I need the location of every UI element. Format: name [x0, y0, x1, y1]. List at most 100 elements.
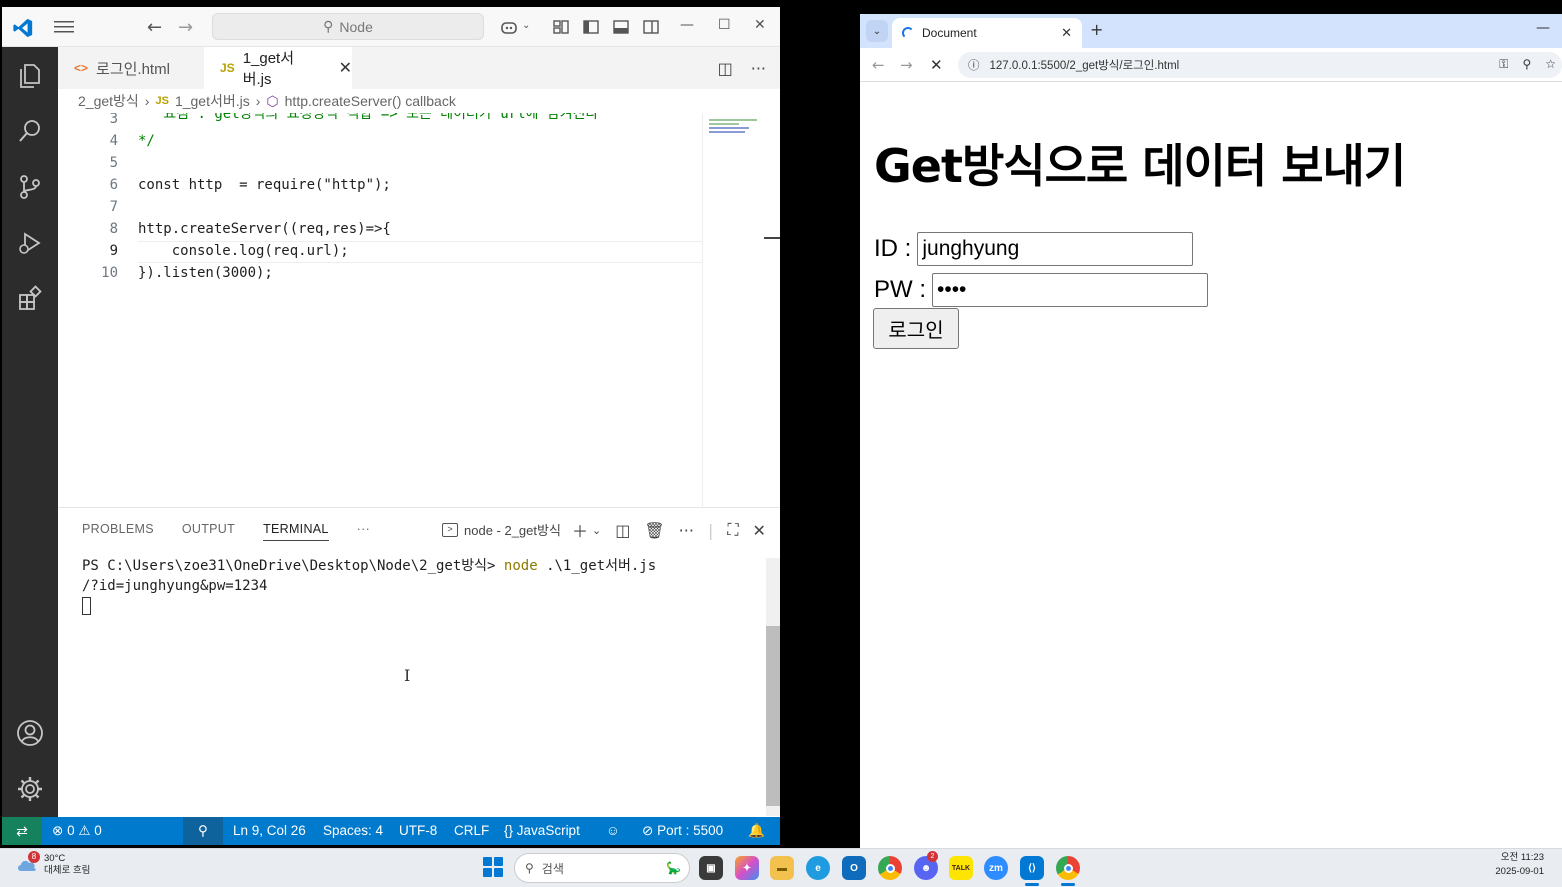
clock-time: 오전 11:23 — [1500, 852, 1544, 863]
source-control-icon[interactable] — [16, 173, 44, 201]
minimize-icon[interactable]: — — [1536, 20, 1550, 36]
line-number: 6 — [109, 177, 118, 193]
bookmark-star-icon[interactable]: ☆ — [1545, 57, 1556, 72]
line-number: 3 — [109, 113, 118, 127]
run-debug-icon[interactable] — [16, 229, 44, 257]
notifications-bell-icon[interactable]: 🔔 — [748, 823, 765, 839]
breadcrumb-file[interactable]: 1_get서버.js — [175, 91, 250, 111]
close-window-icon[interactable]: ✕ — [754, 17, 766, 33]
edge-browser-icon[interactable]: e — [806, 856, 830, 880]
kill-terminal-trash-icon[interactable]: 🗑 — [644, 521, 664, 540]
start-button-windows-icon[interactable] — [483, 857, 503, 877]
split-editor-icon[interactable]: ◫ — [718, 59, 733, 78]
language-mode[interactable]: {} JavaScript — [504, 823, 580, 838]
login-button[interactable]: 로그인 — [873, 308, 959, 349]
vscode-taskbar-icon[interactable]: ⟨⟩ — [1020, 856, 1044, 880]
minimap-scroll-indicator — [764, 237, 780, 239]
new-tab-plus-icon[interactable]: + — [1090, 20, 1103, 39]
pw-input[interactable] — [932, 273, 1208, 307]
copilot-icon[interactable] — [500, 18, 518, 36]
back-arrow-icon[interactable]: ← — [872, 56, 885, 74]
panel-more-icon[interactable]: ··· — [357, 522, 370, 541]
address-bar[interactable]: ⓘ 127.0.0.1:5500/2_get방식/로그인.html ⚿ ⚲ ☆ — [958, 52, 1562, 78]
weather-text: 30°C 대체로 흐림 — [44, 853, 90, 877]
maximize-panel-icon[interactable]: ⛶ — [727, 520, 738, 540]
terminal-log-line: /?id=junghyung&pw=1234 — [82, 578, 268, 594]
tab-login-html[interactable]: <> 로그인.html — [58, 47, 204, 89]
chevron-down-icon[interactable]: ⌄ — [592, 524, 601, 537]
split-terminal-icon[interactable]: ◫ — [615, 521, 630, 540]
minimap[interactable] — [702, 113, 780, 507]
breadcrumb-folder[interactable]: 2_get방식 — [78, 91, 139, 111]
copilot-status-icon[interactable]: ☺ — [606, 823, 620, 838]
id-input[interactable] — [917, 232, 1194, 266]
indentation[interactable]: Spaces: 4 — [323, 823, 383, 838]
close-tab-icon[interactable]: ✕ — [1061, 25, 1072, 41]
command-center-search[interactable]: ⚲ Node — [212, 13, 484, 40]
close-panel-icon[interactable]: ✕ — [753, 521, 766, 540]
terminal-output[interactable]: PS C:\Users\zoe31\OneDrive\Desktop\Node\… — [82, 556, 656, 616]
system-clock[interactable]: 오전 11:23 2025-09-01 — [1495, 851, 1544, 879]
forward-arrow-icon[interactable]: → — [178, 17, 193, 38]
back-arrow-icon[interactable]: ← — [147, 17, 162, 38]
task-view-icon[interactable]: ▣ — [699, 856, 723, 880]
activity-bar — [2, 47, 58, 817]
file-explorer-folder-icon[interactable]: ▬ — [770, 856, 794, 880]
hamburger-menu-icon[interactable] — [54, 19, 74, 35]
remote-indicator-icon[interactable]: ⇄ — [2, 817, 42, 845]
problems-status[interactable]: ⊗ 0 ⚠ 0 — [52, 823, 102, 839]
code-line: 요점 : get방식의 요청방식 적합 => 모든 데이터가 url에 담겨진다 — [138, 113, 599, 122]
more-actions-icon[interactable]: ··· — [679, 521, 694, 540]
terminal-instance[interactable]: > node - 2_get방식 — [442, 520, 561, 539]
taskbar: 8 30°C 대체로 흐림 ⚲ 검색 🦕 ▣ ✦ ▬ e O ☻ 2 TALK … — [0, 848, 1562, 887]
tab-label: 1_get서버.js — [242, 50, 295, 88]
copilot-app-icon[interactable]: ✦ — [735, 856, 759, 880]
terminal-scrollbar-thumb[interactable] — [766, 626, 780, 806]
weather-badge: 8 — [28, 851, 40, 863]
zoom-icon[interactable]: ⚲ — [183, 817, 223, 845]
maximize-icon[interactable]: ☐ — [718, 17, 731, 33]
live-server-port[interactable]: ⊘ Port : 5500 — [642, 823, 723, 839]
close-tab-icon[interactable]: ✕ — [339, 58, 352, 78]
settings-gear-icon[interactable] — [16, 775, 44, 803]
breadcrumb-symbol[interactable]: http.createServer() callback — [285, 93, 456, 109]
weather-widget[interactable]: 8 30°C 대체로 흐림 — [16, 851, 90, 877]
password-key-icon[interactable]: ⚿ — [1499, 57, 1508, 72]
customize-layout-icon[interactable] — [552, 18, 570, 36]
id-row: ID : — [874, 232, 1194, 266]
chrome-icon[interactable] — [878, 856, 902, 880]
toggle-secondary-sidebar-icon[interactable] — [642, 18, 660, 36]
chrome-profile-icon[interactable] — [1056, 856, 1080, 880]
tab-problems[interactable]: PROBLEMS — [82, 522, 154, 541]
zoom-app-icon[interactable]: zm — [984, 856, 1008, 880]
port-label: Port : 5500 — [657, 823, 724, 838]
toggle-primary-sidebar-icon[interactable] — [582, 18, 600, 36]
url-text: 127.0.0.1:5500/2_get방식/로그인.html — [989, 60, 1180, 72]
kakaotalk-icon[interactable]: TALK — [949, 856, 973, 880]
tab-get-server-js[interactable]: JS 1_get서버.js ✕ — [204, 47, 352, 89]
line-ending[interactable]: CRLF — [454, 823, 489, 838]
forward-arrow-icon[interactable]: → — [900, 56, 913, 74]
extensions-icon[interactable] — [16, 285, 44, 313]
minimize-icon[interactable]: — — [680, 17, 694, 33]
site-info-icon[interactable]: ⓘ — [968, 57, 980, 73]
cursor-position[interactable]: Ln 9, Col 26 — [233, 823, 306, 838]
copilot-dropdown-icon[interactable]: ⌄ — [522, 20, 530, 31]
toggle-panel-icon[interactable] — [612, 18, 630, 36]
tab-output[interactable]: OUTPUT — [182, 522, 235, 541]
code-editor[interactable]: 3 4 5 6 7 8 9 10 요점 : get방식의 요청방식 적합 => … — [58, 113, 780, 507]
stop-loading-icon[interactable]: ✕ — [930, 56, 943, 74]
explorer-icon[interactable] — [16, 61, 44, 89]
zoom-icon[interactable]: ⚲ — [1522, 57, 1531, 72]
more-actions-icon[interactable]: ··· — [751, 59, 766, 78]
tab-search-dropdown-icon[interactable]: ⌄ — [866, 20, 888, 42]
active-app-indicator — [1061, 883, 1075, 886]
search-icon[interactable] — [16, 117, 44, 145]
outlook-icon[interactable]: O — [842, 856, 866, 880]
new-terminal-icon[interactable]: ＋ — [572, 518, 588, 542]
browser-tab[interactable]: Document ✕ — [892, 18, 1082, 48]
encoding[interactable]: UTF-8 — [399, 823, 437, 838]
taskbar-search[interactable]: ⚲ 검색 🦕 — [514, 853, 690, 883]
accounts-icon[interactable] — [16, 719, 44, 747]
tab-terminal[interactable]: TERMINAL — [263, 522, 329, 541]
